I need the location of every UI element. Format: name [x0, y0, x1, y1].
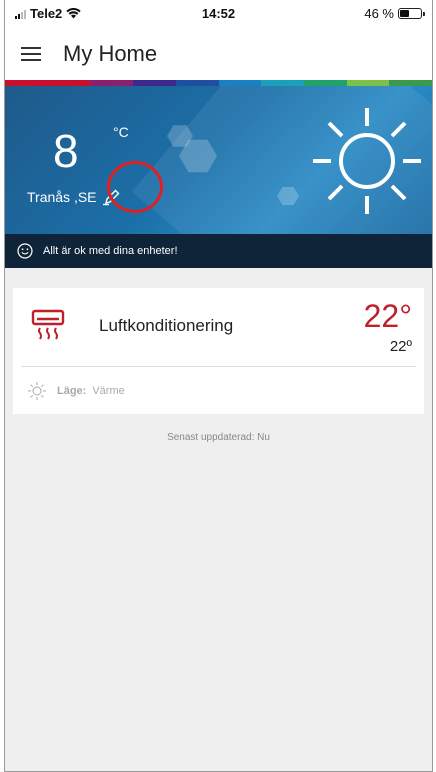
current-device-temperature: 22º — [389, 338, 412, 355]
device-card: Luftkonditionering 22° 22º Läge: Värme — [13, 288, 424, 414]
app-header: My Home — [5, 30, 432, 78]
device-name: Luftkonditionering — [99, 316, 234, 335]
highlight-circle-annotation — [107, 161, 163, 213]
temperature-unit: °C — [113, 124, 129, 140]
status-bar: Tele2 14:52 46 % — [5, 0, 432, 26]
sun-outline-icon — [28, 382, 46, 400]
divider — [21, 366, 416, 367]
smiley-icon — [17, 243, 33, 259]
set-temperature: 22° — [363, 298, 412, 334]
hamburger-menu-icon[interactable] — [21, 47, 41, 61]
location-label: Tranås ,SE — [27, 189, 97, 205]
battery-icon — [398, 8, 425, 19]
device-list-area: Luftkonditionering 22° 22º Läge: Värme S… — [5, 268, 432, 771]
air-conditioner-icon — [31, 309, 65, 340]
device-row[interactable]: Luftkonditionering 22° 22º — [13, 288, 424, 366]
app-screen: Tele2 14:52 46 % My Home 8 °C Tranås ,SE… — [4, 0, 433, 772]
mode-value: Värme — [92, 385, 125, 397]
battery-percent: 46 % — [364, 6, 394, 21]
weather-panel: 8 °C Tranås ,SE — [5, 86, 432, 234]
last-updated-text: Senast uppdaterad: Nu — [167, 432, 270, 443]
status-right: 46 % — [364, 6, 425, 21]
status-message: Allt är ok med dina enheter! — [43, 245, 178, 257]
device-status-banner: Allt är ok med dina enheter! — [5, 234, 432, 268]
mode-label: Läge: — [57, 385, 87, 397]
battery-fill — [400, 10, 410, 17]
page-title: My Home — [63, 41, 158, 66]
current-temperature: 8 — [53, 125, 79, 177]
sun-icon — [313, 108, 421, 214]
mode-row: Läge: Värme — [13, 368, 424, 414]
